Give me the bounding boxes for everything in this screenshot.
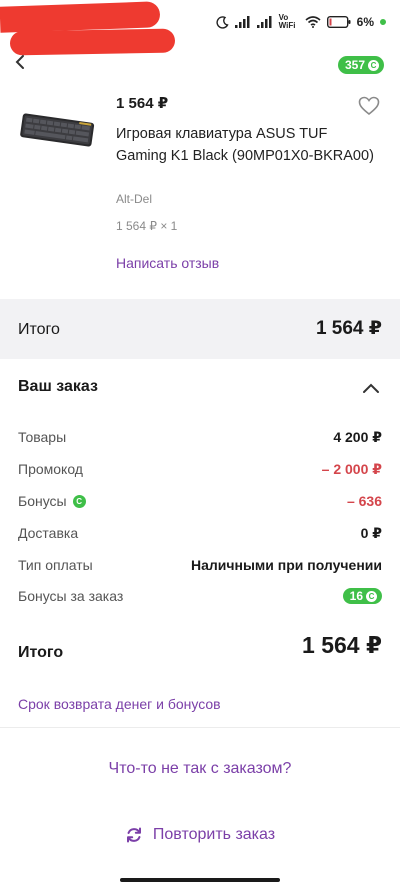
total-summary: Итого 1 564 ₽ bbox=[0, 299, 400, 359]
divider bbox=[0, 727, 400, 728]
bonus-coin-icon: С bbox=[72, 494, 86, 508]
repeat-order-label: Повторить заказ bbox=[152, 826, 276, 843]
status-bar: Vo WiFi 6% bbox=[0, 0, 400, 56]
signal-icon bbox=[234, 16, 250, 28]
row-value: 0 ₽ bbox=[360, 524, 382, 541]
row-label: Промокод bbox=[18, 461, 83, 477]
row-label: Тип оплаты bbox=[18, 557, 93, 573]
status-dot bbox=[380, 19, 386, 25]
keyboard-image[interactable] bbox=[18, 110, 96, 152]
row-value: 16 bbox=[349, 589, 363, 603]
order-row-delivery: Доставка 0 ₽ bbox=[18, 523, 382, 543]
bonus-balance-badge[interactable]: 357 С bbox=[337, 56, 384, 74]
product-card: 1 564 ₽ Игровая клавиатура ASUS TUF Gami… bbox=[0, 90, 400, 290]
seller-name: Alt-Del bbox=[116, 192, 153, 206]
total-value: 1 564 ₽ bbox=[315, 318, 382, 339]
row-label: Бонусы bbox=[18, 493, 67, 509]
final-total-value: 1 564 ₽ bbox=[302, 632, 382, 658]
redaction-mark bbox=[0, 1, 161, 33]
order-row-promocode: Промокод – 2 000 ₽ bbox=[18, 459, 382, 479]
back-button[interactable] bbox=[14, 54, 34, 74]
row-label-wrap: Бонусы С bbox=[18, 493, 86, 509]
battery-icon bbox=[326, 16, 351, 28]
chevron-up-icon[interactable] bbox=[362, 382, 380, 394]
row-value: – 636 bbox=[346, 493, 382, 509]
bonus-coin-icon: С bbox=[368, 59, 379, 71]
order-row-bonus-earned: Бонусы за заказ 16 С bbox=[18, 586, 382, 606]
price-quantity: 1 564 ₽ × 1 bbox=[116, 219, 178, 233]
chevron-left-icon bbox=[15, 55, 24, 69]
product-title[interactable]: Игровая клавиатура ASUS TUF Gaming K1 Bl… bbox=[116, 123, 376, 167]
favorite-heart-icon[interactable] bbox=[358, 96, 380, 116]
total-label: Итого bbox=[18, 321, 60, 338]
row-value: Наличными при получении bbox=[190, 557, 382, 573]
row-label: Доставка bbox=[18, 525, 79, 541]
network-label: Vo WiFi bbox=[278, 13, 296, 30]
write-review-link[interactable]: Написать отзыв bbox=[116, 255, 219, 271]
bonus-balance-value: 357 bbox=[344, 58, 365, 72]
home-indicator[interactable] bbox=[120, 878, 280, 882]
signal-icon bbox=[256, 16, 272, 28]
redaction-mark bbox=[9, 28, 176, 56]
order-row-bonuses: Бонусы С – 636 bbox=[18, 491, 382, 511]
row-label: Товары bbox=[18, 429, 67, 445]
order-row-goods: Товары 4 200 ₽ bbox=[18, 427, 382, 447]
bonus-earned-badge: 16 С bbox=[342, 588, 382, 604]
moon-icon bbox=[216, 15, 229, 29]
refresh-icon bbox=[126, 827, 141, 843]
order-problem-link[interactable]: Что-то не так с заказом? bbox=[0, 760, 400, 778]
row-value: – 2 000 ₽ bbox=[321, 460, 382, 477]
wifi-icon bbox=[305, 16, 321, 28]
final-total-label: Итого bbox=[18, 644, 64, 661]
row-value: 4 200 ₽ bbox=[333, 428, 382, 445]
repeat-order-button[interactable]: Повторить заказ bbox=[0, 826, 400, 844]
product-price: 1 564 ₽ bbox=[116, 95, 169, 112]
row-label: Бонусы за заказ bbox=[18, 588, 124, 604]
battery-level: 6% bbox=[356, 15, 374, 29]
order-row-payment: Тип оплаты Наличными при получении bbox=[18, 555, 382, 575]
status-icons: Vo WiFi 6% bbox=[216, 14, 386, 30]
refund-terms-link[interactable]: Срок возврата денег и бонусов bbox=[18, 696, 221, 712]
order-section-title: Ваш заказ bbox=[18, 378, 98, 395]
bonus-coin-icon: С bbox=[366, 590, 377, 602]
